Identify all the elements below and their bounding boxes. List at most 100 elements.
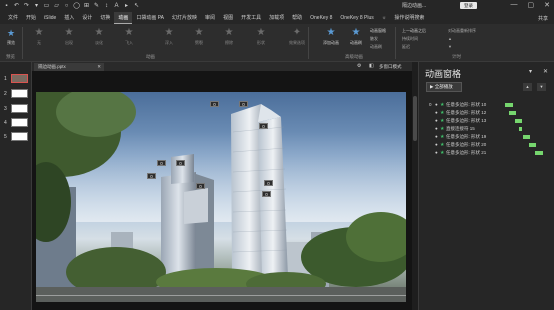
add-animation-button[interactable]: ★ 添加动画 [320,27,342,46]
slide-thumbnail[interactable]: 2 [4,89,28,98]
timeline-bar[interactable] [515,118,522,123]
animation-painter-button[interactable]: ★ 动画刷 [345,27,367,46]
timeline-bar[interactable] [509,110,516,115]
group-separator [308,27,309,59]
start-icon[interactable]: ▸ [123,3,130,10]
slide-canvas[interactable] [36,92,406,302]
slide-thumbnail[interactable]: 5 [4,132,28,141]
preview-button[interactable]: ★ 预览 [0,27,22,46]
animation-tag[interactable]: 0 [239,101,248,107]
menu-islide[interactable]: iSlide [40,12,60,24]
menu-insert[interactable]: 插入 [60,12,78,24]
effect-appear[interactable]: ★ 出现 [58,27,80,46]
effect-none[interactable]: ★ 无 [28,27,50,46]
delay-field[interactable]: 延迟 [402,44,410,50]
pointer-icon[interactable]: ↖ [133,3,140,10]
menu-transitions[interactable]: 切换 [96,12,114,24]
animation-pane-toggle[interactable]: 动画窗格 [370,28,386,34]
chevron-down-icon[interactable]: ▾ [529,68,532,75]
animation-list-item[interactable]: ● ★ 直接连接符 15 [429,125,551,132]
redo-icon[interactable]: ↷ [23,3,30,10]
lightbulb-icon[interactable]: ☼ [378,12,391,24]
menu-pocket-animation[interactable]: 口袋动画 PA [132,12,168,24]
shape-icon[interactable]: ▭ [43,3,50,10]
menu-file[interactable]: 文件 [4,12,22,24]
menu-help[interactable]: 帮助 [288,12,306,24]
animation-tag[interactable]: 0 [264,180,273,186]
duration-field[interactable]: 持续时间 [402,36,418,42]
maximize-icon[interactable]: ▢ [528,1,535,9]
effect-fly-in[interactable]: ★ 飞入 [118,27,140,46]
save-icon[interactable]: ▪ [3,3,10,10]
undo-icon[interactable]: ↶ [13,3,20,10]
scrollbar-thumb[interactable] [413,96,417,141]
play-all-button[interactable]: ▶ 全部播放 [426,82,462,92]
animation-tag[interactable]: 0 [157,160,166,166]
document-tab[interactable]: 隔边动画.pptx ✕ [34,63,104,71]
gear-icon[interactable]: ⚙ [357,63,361,69]
menu-onekey8[interactable]: OneKey 8 [306,12,336,24]
animation-list-item[interactable]: ● ★ 任意多边形: 形状 19 [429,133,551,140]
timeline-bar[interactable] [535,150,543,155]
trigger-dropdown[interactable]: 触发 [370,36,378,42]
menu-design[interactable]: 设计 [78,12,96,24]
share-button[interactable]: 共享 [538,15,548,22]
menu-developer[interactable]: 开发工具 [237,12,265,24]
anim-painter-small[interactable]: 动画刷 [370,44,382,50]
text-icon[interactable]: A [113,3,120,10]
timeline-bar[interactable] [523,134,530,139]
timeline-bar[interactable] [529,142,536,147]
login-button[interactable]: 登录 [460,2,477,9]
menu-onekey8plus[interactable]: OneKey 8 Plus [336,12,377,24]
animation-tag[interactable]: 0 [196,183,205,189]
effect-fade[interactable]: ★ 淡化 [88,27,110,46]
move-up-button[interactable]: ▲ [523,83,532,91]
menu-addins[interactable]: 加载项 [265,12,288,24]
menu-animations[interactable]: 动画 [114,12,133,24]
circle-icon[interactable]: ○ [63,3,70,10]
circle-icon[interactable]: ◯ [73,3,80,10]
animation-list-item[interactable]: ● ★ 任意多边形: 形状 21 [429,149,551,156]
animation-list-item[interactable]: ● ★ 任意多边形: 形状 20 [429,141,551,148]
animation-list-item[interactable]: 0 ● ★ 任意多边形: 形状 10 [429,101,551,108]
menu-home[interactable]: 开始 [22,12,40,24]
animation-tag[interactable]: 0 [147,173,156,179]
animation-list-item[interactable]: ● ★ 任意多边形: 形状 12 [429,109,551,116]
table-icon[interactable]: ⊞ [83,3,90,10]
move-down-button[interactable]: ▼ [537,83,546,91]
timeline-bar[interactable] [519,126,522,131]
close-tab-icon[interactable]: ✕ [97,63,101,71]
format-icon[interactable]: ▾ [33,3,40,10]
move-earlier-button[interactable]: ▲ [448,36,452,41]
slide-thumbnail[interactable]: 4 [4,118,28,127]
shape-icon[interactable]: ▱ [53,3,60,10]
timeline-bar[interactable] [505,102,513,107]
menu-review[interactable]: 审阅 [201,12,219,24]
reorder-label: 对动画重新排序 [448,28,476,33]
menu-view[interactable]: 视图 [219,12,237,24]
animation-tag[interactable]: 0 [210,101,219,107]
move-later-button[interactable]: ▼ [448,44,452,49]
effect-shape[interactable]: ★ 形状 [250,27,272,46]
pen-icon[interactable]: ✎ [93,3,100,10]
minimize-icon[interactable]: — [511,1,518,9]
animation-tag[interactable]: 0 [176,160,185,166]
effect-options-button[interactable]: ✦ 效果选项 [286,27,308,46]
close-icon[interactable]: ✕ [543,68,548,75]
effect-float-in[interactable]: ★ 浮入 [158,27,180,46]
arrow-icon[interactable]: ↕ [103,3,110,10]
animation-tag[interactable]: 0 [259,123,268,129]
menu-slideshow[interactable]: 幻灯片放映 [168,12,201,24]
multi-window-mode[interactable]: 多窗口模式 [379,64,402,70]
animation-tag[interactable]: 0 [262,191,271,197]
animation-list-item[interactable]: ● ★ 任意多边形: 形状 13 [429,117,551,124]
slide-thumbnail[interactable]: 3 [4,104,28,113]
effect-wipe[interactable]: ★ 擦除 [218,27,240,46]
close-icon[interactable]: ✕ [544,1,550,9]
slide-thumbnail[interactable]: 1 [4,74,28,83]
tell-me-search[interactable]: 操作说明搜索 [390,12,428,24]
start-dropdown[interactable]: 上一动画之后 [402,28,426,34]
pin-icon[interactable]: ◧ [369,63,374,69]
group-label-animation: 动画 [146,54,155,59]
effect-split[interactable]: ★ 劈裂 [188,27,210,46]
